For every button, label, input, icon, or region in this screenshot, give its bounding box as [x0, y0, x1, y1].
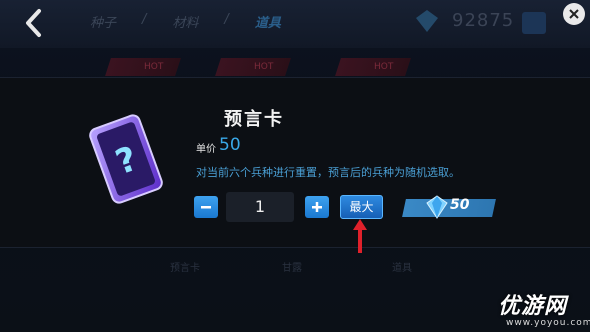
bottom-tab: 道具	[392, 263, 412, 274]
bottom-tab: 预言卡	[170, 263, 200, 274]
diamond-gem-icon	[426, 195, 448, 219]
add-gems-button[interactable]	[522, 12, 546, 34]
hot-tab: HOT	[215, 58, 291, 76]
gem-count: 92875	[452, 10, 515, 31]
breadcrumb-separator: /	[224, 12, 229, 27]
watermark-url: www.yoyou.com	[506, 318, 590, 328]
plus-icon	[312, 202, 322, 212]
bottom-tab: 甘露	[282, 263, 302, 274]
hot-tab: HOT	[335, 58, 411, 76]
purchase-dialog: ? 预言卡 单价 50 对当前六个兵种进行重置，预言后的兵种为随机选取。 1 最…	[0, 77, 590, 253]
unit-price-label: 单价	[196, 144, 216, 155]
breadcrumb-separator: /	[142, 12, 147, 27]
hot-tab: HOT	[105, 58, 181, 76]
minus-icon	[201, 206, 211, 209]
item-description: 对当前六个兵种进行重置，预言后的兵种为随机选取。	[196, 166, 460, 179]
quantity-input[interactable]: 1	[226, 192, 294, 222]
breadcrumb-item-materials[interactable]: 材料	[172, 12, 198, 31]
unit-price-value: 50	[219, 135, 241, 155]
diamond-gem-icon	[416, 10, 438, 32]
close-icon	[569, 9, 579, 19]
total-cost: 50	[450, 197, 470, 213]
breadcrumb: 种子 / 材料 / 道具	[90, 12, 281, 31]
prophecy-card-icon: ?	[89, 114, 163, 204]
background-bottom-tabs: 预言卡 甘露 道具	[0, 256, 590, 276]
watermark: 优游网 www.yoyou.com	[498, 288, 590, 328]
close-button[interactable]	[563, 3, 585, 25]
breadcrumb-item-seeds[interactable]: 种子	[90, 12, 116, 31]
decrease-quantity-button[interactable]	[194, 196, 218, 218]
item-title: 预言卡	[224, 109, 284, 130]
breadcrumb-item-items[interactable]: 道具	[255, 12, 281, 31]
back-arrow-icon[interactable]	[22, 8, 48, 38]
watermark-logo: 优游网	[498, 294, 568, 319]
red-arrow-icon	[353, 219, 367, 253]
increase-quantity-button[interactable]	[305, 196, 329, 218]
background-hot-tabs: HOT HOT HOT	[0, 58, 590, 78]
max-quantity-button[interactable]: 最大	[340, 195, 383, 219]
buy-button[interactable]	[402, 199, 496, 217]
